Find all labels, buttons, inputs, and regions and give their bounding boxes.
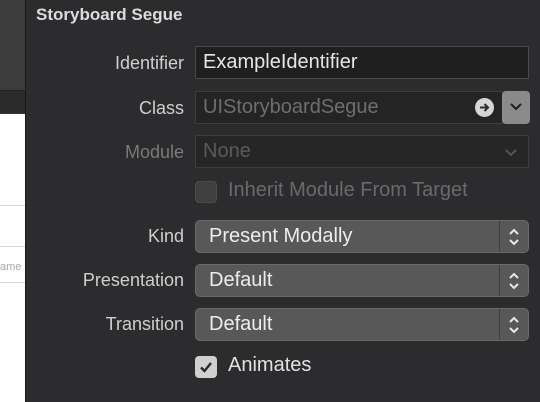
section-title: Storyboard Segue: [36, 5, 183, 24]
canvas-row-divider: [0, 205, 25, 206]
kind-value: Present Modally: [209, 225, 353, 247]
canvas-peek-text: ame: [0, 261, 22, 273]
updown-chevron-icon: [499, 265, 528, 296]
canvas-row-divider: [0, 246, 25, 247]
identifier-field[interactable]: ExampleIdentifier: [195, 46, 529, 79]
identifier-label: Identifier: [114, 53, 184, 73]
canvas-divider-strip: [0, 91, 25, 113]
transition-value: Default: [209, 313, 273, 335]
presentation-popup[interactable]: Default: [195, 264, 529, 297]
animates-checkbox[interactable]: [195, 356, 217, 378]
arrow-circle-icon[interactable]: [475, 98, 494, 117]
inherit-module-label: Inherit Module From Target: [228, 179, 468, 201]
inherit-module-checkbox: [195, 181, 217, 203]
module-label: Module: [124, 142, 184, 162]
canvas-toolbar: [0, 0, 25, 91]
animates-label[interactable]: Animates: [228, 354, 311, 377]
module-placeholder: None: [203, 140, 251, 162]
canvas-background: ame: [0, 0, 25, 402]
updown-chevron-icon: [499, 221, 528, 252]
updown-chevron-icon: [499, 309, 528, 340]
class-placeholder: UIStoryboardSegue: [203, 96, 379, 118]
class-dropdown-button[interactable]: [502, 91, 530, 124]
canvas-row-divider: [0, 282, 25, 283]
class-field[interactable]: UIStoryboardSegue: [195, 91, 503, 124]
module-field: None: [195, 135, 529, 168]
transition-popup[interactable]: Default: [195, 308, 529, 341]
presentation-value: Default: [209, 269, 273, 291]
canvas-white-area: [0, 114, 25, 402]
kind-popup[interactable]: Present Modally: [195, 220, 529, 253]
transition-label: Transition: [105, 314, 184, 334]
class-label: Class: [138, 98, 184, 118]
presentation-label: Presentation: [82, 270, 184, 290]
chevron-down-icon: [505, 149, 517, 157]
chevron-down-icon: [510, 103, 522, 111]
kind-label: Kind: [147, 226, 184, 246]
checkmark-icon: [200, 362, 212, 373]
attributes-inspector: Storyboard Segue Identifier ExampleIdent…: [25, 0, 540, 402]
